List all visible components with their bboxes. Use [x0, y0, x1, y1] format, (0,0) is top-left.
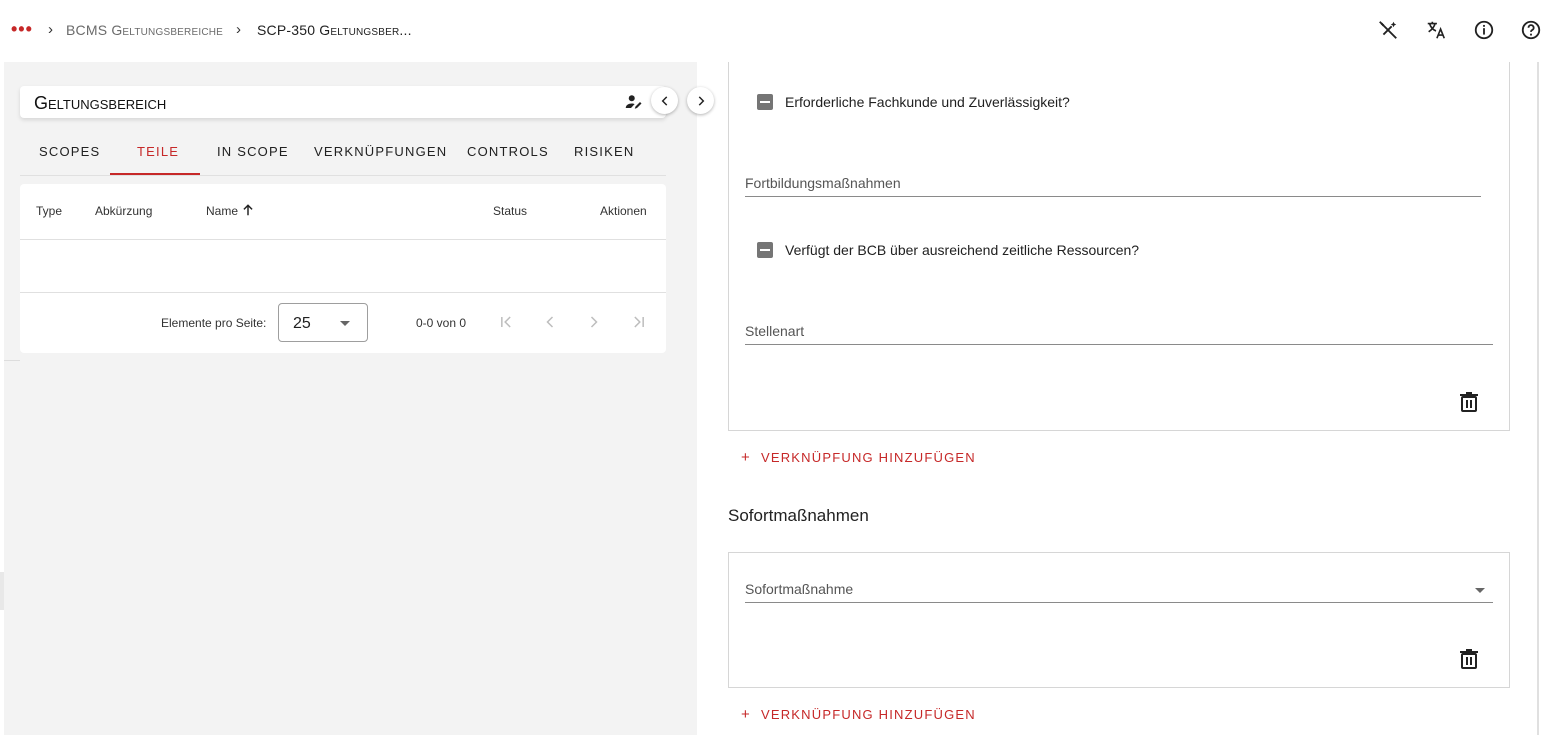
expand-right-button[interactable]: [687, 87, 714, 114]
column-header-status[interactable]: Status: [493, 204, 527, 218]
previous-page-icon[interactable]: [540, 312, 560, 332]
last-page-icon[interactable]: [629, 312, 649, 332]
fortbildungsmassnahmen-field[interactable]: Fortbildungsmaßnahmen: [745, 171, 1481, 197]
indeterminate-checkbox-icon[interactable]: [757, 242, 773, 258]
info-icon[interactable]: [1473, 19, 1495, 41]
chevron-left-icon: [661, 95, 667, 106]
breadcrumb-bcms-geltungsbereiche[interactable]: BCMS Geltungsbereiche: [66, 22, 223, 38]
translate-icon[interactable]: [1425, 19, 1447, 41]
plus-icon: +: [741, 706, 751, 723]
tab-teile[interactable]: TEILE: [137, 144, 179, 159]
page-range-label: 0-0 von 0: [416, 316, 467, 330]
divider: [4, 360, 20, 361]
items-per-page-label: Elemente pro Seite:: [161, 316, 267, 330]
top-bar: ••• › BCMS Geltungsbereiche › SCP-350 Ge…: [0, 0, 1543, 62]
sort-arrow-up-icon: [241, 203, 255, 217]
page-title: Geltungsbereich: [34, 93, 167, 113]
add-link-button[interactable]: + VERKNÜPFUNG HINZUFÜGEN: [741, 449, 976, 466]
first-page-icon[interactable]: [496, 312, 516, 332]
items-per-page-select[interactable]: 25: [278, 303, 368, 342]
breadcrumb-current: SCP-350 Geltungsber...: [257, 22, 412, 38]
checkbox-zeitliche-ressourcen[interactable]: Verfügt der BCB über ausreichend zeitlic…: [757, 242, 1139, 258]
stellenart-field[interactable]: Stellenart: [745, 319, 1493, 345]
next-page-icon[interactable]: [584, 312, 604, 332]
collapse-left-button[interactable]: [651, 87, 678, 114]
checkbox-label: Erforderliche Fachkunde und Zuverlässigk…: [785, 94, 1070, 110]
indeterminate-checkbox-icon[interactable]: [757, 94, 773, 110]
checkbox-fachkunde[interactable]: Erforderliche Fachkunde und Zuverlässigk…: [757, 94, 1070, 110]
tab-scopes[interactable]: SCOPES: [39, 144, 100, 159]
dropdown-arrow-icon: [1475, 588, 1485, 593]
section-title-sofortmassnahmen: Sofortmaßnahmen: [728, 506, 869, 525]
parts-table: Type Abkürzung Name Status Aktionen Elem…: [20, 184, 666, 353]
sofortmassnahmen-card: Sofortmaßnahme: [728, 552, 1510, 688]
add-link-button-2[interactable]: + VERKNÜPFUNG HINZUFÜGEN: [741, 706, 976, 723]
chevron-right-icon: [698, 95, 704, 106]
more-menu-icon[interactable]: •••: [11, 20, 33, 38]
field-label: Stellenart: [745, 323, 805, 339]
auto-fix-off-icon[interactable]: [1377, 19, 1399, 41]
header-divider: [20, 239, 666, 240]
sofortmassnahme-select[interactable]: Sofortmaßnahme: [745, 577, 1493, 603]
tab-in-scope[interactable]: IN SCOPE: [217, 144, 289, 159]
chevron-right-icon: ›: [48, 21, 53, 38]
column-header-type[interactable]: Type: [36, 204, 62, 218]
help-icon[interactable]: [1520, 19, 1542, 41]
add-link-label: VERKNÜPFUNG HINZUFÜGEN: [760, 450, 976, 465]
row-divider: [20, 292, 666, 293]
tab-verknuepfungen[interactable]: VERKNÜPFUNGEN: [314, 144, 447, 159]
plus-icon: +: [741, 449, 751, 466]
scrollbar[interactable]: [1537, 62, 1539, 735]
delete-icon[interactable]: [1460, 649, 1478, 669]
user-edit-icon[interactable]: [625, 93, 643, 111]
dropdown-arrow-icon: [340, 321, 350, 326]
column-header-aktionen: Aktionen: [600, 204, 647, 218]
field-label: Sofortmaßnahme: [745, 581, 854, 597]
add-link-label: VERKNÜPFUNG HINZUFÜGEN: [760, 707, 976, 722]
column-header-name[interactable]: Name: [206, 204, 238, 218]
column-header-abkuerzung[interactable]: Abkürzung: [95, 204, 152, 218]
tab-controls[interactable]: CONTROLS: [467, 144, 549, 159]
checkbox-label: Verfügt der BCB über ausreichend zeitlic…: [785, 242, 1140, 258]
link-card: Erforderliche Fachkunde und Zuverlässigk…: [728, 62, 1510, 431]
tab-risiken[interactable]: RISIKEN: [574, 144, 634, 159]
detail-header-card: Geltungsbereich: [20, 86, 666, 118]
active-tab-indicator: [110, 173, 200, 175]
items-per-page-value: 25: [293, 315, 311, 332]
field-label: Fortbildungsmaßnahmen: [745, 175, 901, 191]
chevron-right-icon: ›: [236, 21, 241, 38]
tab-bar: SCOPES TEILE IN SCOPE VERKNÜPFUNGEN CONT…: [20, 126, 666, 176]
delete-icon[interactable]: [1460, 392, 1478, 412]
